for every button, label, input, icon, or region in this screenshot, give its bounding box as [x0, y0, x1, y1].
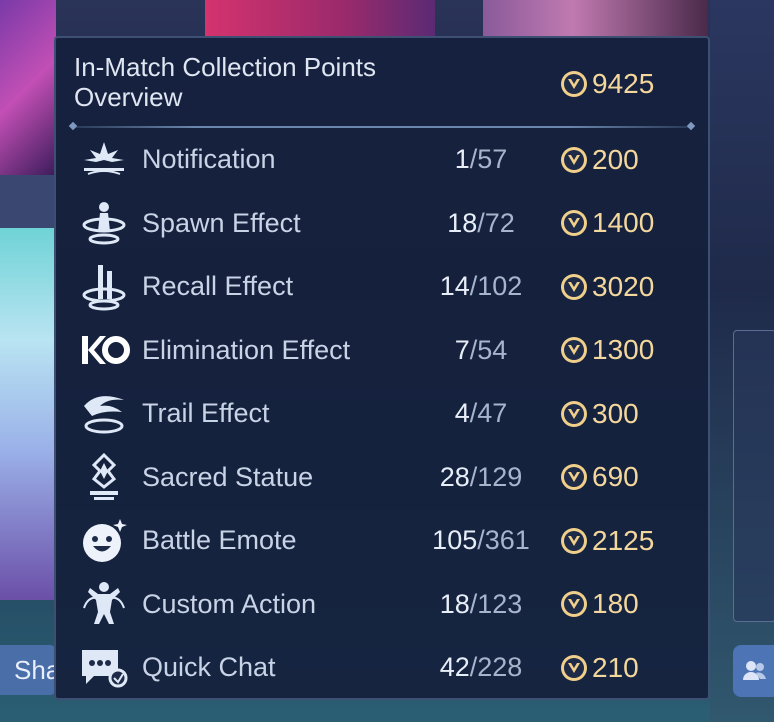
collection-point-icon — [561, 273, 587, 300]
points-value: 180 — [592, 588, 639, 620]
row-count: 14/102 — [406, 271, 556, 302]
owned-count: 28 — [439, 461, 470, 492]
total-count: 47 — [477, 398, 508, 429]
collection-point-icon — [561, 71, 587, 97]
owned-count: 105 — [432, 525, 478, 556]
right-card — [733, 330, 774, 622]
total-count: 123 — [477, 588, 523, 619]
row-label: Custom Action — [142, 588, 317, 619]
list-item: Quick Chat 42/228 210 — [56, 636, 712, 700]
collection-point-icon — [561, 654, 587, 681]
owned-count: 18 — [447, 207, 478, 238]
row-label: Recall Effect — [142, 271, 294, 302]
list-item: Elimination Effect 7/54 1300 — [56, 319, 712, 383]
total-count: 228 — [477, 652, 523, 683]
share-button[interactable]: Sha — [0, 645, 56, 695]
total-count: 57 — [477, 144, 508, 175]
row-label: Notification — [142, 144, 276, 175]
category-list: Notification 1/57 200 Spawn Effect 18/72 — [56, 128, 712, 700]
notification-icon — [78, 134, 130, 186]
hero-art-top-middle — [205, 0, 435, 38]
row-label: Spawn Effect — [142, 207, 301, 238]
hero-art-top-left — [0, 0, 56, 175]
row-count: 7/54 — [406, 335, 556, 366]
collection-point-icon — [561, 464, 587, 491]
collection-point-icon — [561, 210, 587, 237]
owned-count: 14 — [439, 271, 470, 302]
points-value: 3020 — [592, 270, 655, 302]
owned-count: 7 — [454, 334, 470, 365]
people-icon — [742, 661, 766, 680]
owned-count: 4 — [454, 398, 470, 429]
points-value: 200 — [592, 143, 639, 175]
total-points: 9425 — [560, 68, 654, 100]
row-points: 2125 — [560, 525, 654, 557]
total-count: 54 — [477, 334, 508, 365]
row-label: Elimination Effect — [142, 334, 351, 365]
custom-action-icon — [78, 578, 130, 630]
points-value: 1300 — [592, 334, 655, 366]
panel-title: In-Match Collection Points Overview — [74, 52, 377, 112]
points-value: 2125 — [592, 524, 655, 556]
collection-point-icon — [561, 591, 587, 618]
points-value: 300 — [592, 397, 639, 429]
row-label: Sacred Statue — [142, 461, 314, 492]
row-points: 1300 — [560, 334, 654, 366]
friends-button[interactable] — [733, 645, 774, 697]
points-value: 210 — [592, 651, 639, 683]
row-label: Battle Emote — [142, 525, 297, 556]
row-count: 28/129 — [406, 462, 556, 493]
row-count: 105/361 — [406, 525, 556, 556]
points-value: 1400 — [592, 207, 655, 239]
row-points: 1400 — [560, 207, 654, 239]
list-item: Recall Effect 14/102 3020 — [56, 255, 712, 319]
row-points: 300 — [560, 398, 639, 430]
hero-art-left — [0, 228, 56, 600]
row-label: Quick Chat — [142, 652, 276, 683]
quick-chat-icon — [78, 642, 130, 694]
row-count: 18/72 — [406, 208, 556, 239]
battle-emote-icon — [78, 515, 130, 567]
recall-effect-icon — [78, 261, 130, 313]
count-separator: / — [477, 207, 485, 238]
row-count: 42/228 — [406, 652, 556, 683]
total-count: 361 — [484, 525, 530, 556]
list-item: Notification 1/57 200 — [56, 128, 712, 192]
row-points: 180 — [560, 588, 639, 620]
total-points-value: 9425 — [592, 68, 655, 99]
row-points: 3020 — [560, 271, 654, 303]
sacred-statue-icon — [78, 451, 130, 503]
trail-effect-icon — [78, 388, 130, 440]
list-item: Trail Effect 4/47 300 — [56, 382, 712, 446]
collection-point-icon — [561, 400, 587, 427]
total-count: 129 — [477, 461, 523, 492]
hero-art-top-right — [483, 0, 708, 38]
owned-count: 18 — [439, 588, 470, 619]
ko-icon — [78, 324, 130, 376]
list-item: Battle Emote 105/361 2125 — [56, 509, 712, 573]
list-item: Sacred Statue 28/129 690 — [56, 446, 712, 510]
owned-count: 42 — [439, 652, 470, 683]
spawn-effect-icon — [78, 197, 130, 249]
total-count: 102 — [477, 271, 523, 302]
collection-point-icon — [561, 146, 587, 173]
row-count: 1/57 — [406, 144, 556, 175]
row-count: 4/47 — [406, 398, 556, 429]
list-item: Spawn Effect 18/72 1400 — [56, 192, 712, 256]
row-points: 690 — [560, 461, 639, 493]
row-count: 18/123 — [406, 589, 556, 620]
row-points: 210 — [560, 652, 639, 684]
collection-point-icon — [561, 527, 587, 554]
collection-point-icon — [561, 337, 587, 364]
collection-points-panel: In-Match Collection Points Overview 9425… — [54, 36, 710, 700]
total-count: 72 — [484, 207, 515, 238]
row-points: 200 — [560, 144, 639, 176]
row-label: Trail Effect — [142, 398, 270, 429]
count-separator: / — [477, 525, 485, 556]
owned-count: 1 — [454, 144, 470, 175]
left-strip — [0, 175, 56, 230]
list-item: Custom Action 18/123 180 — [56, 573, 712, 637]
points-value: 690 — [592, 461, 639, 493]
